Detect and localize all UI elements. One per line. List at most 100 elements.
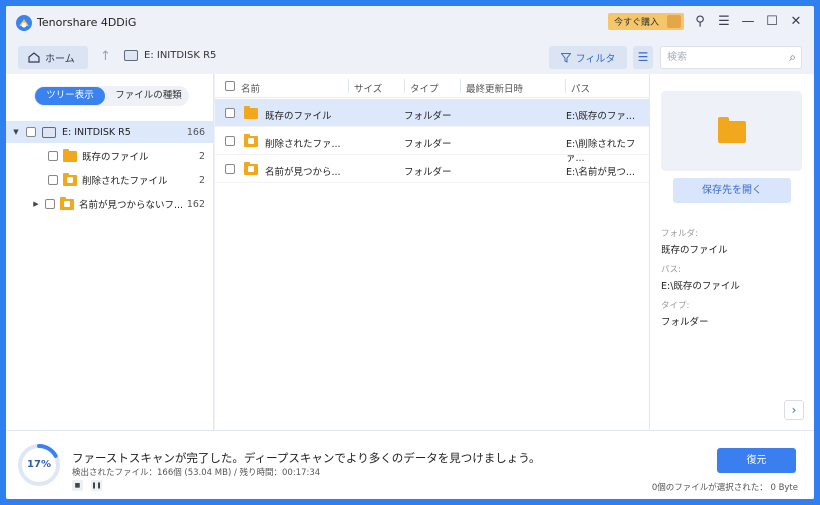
file-list: 名前 サイズ タイプ 最終更新日時 パス 既存のファイル フォルダー E:\既存… [215, 74, 649, 430]
unknown-folder-icon [244, 162, 258, 175]
tree-item[interactable]: ▶ 名前が見つからないフ... 162 [6, 193, 213, 215]
home-label: ホーム [45, 54, 75, 65]
tree-item-count: 162 [186, 198, 205, 210]
column-divider[interactable] [348, 79, 349, 93]
preview-area [661, 91, 802, 171]
tree-root-count: 166 [186, 126, 205, 138]
selection-info: 0個のファイルが選択された： 0 Byte [651, 483, 798, 493]
tree-root-label: E: INITDISK R5 [62, 126, 131, 138]
table-row[interactable]: 名前が見つから... フォルダー E:\名前が見つ... [215, 155, 649, 183]
search-box: ⌕ [660, 46, 802, 69]
folder-icon [63, 148, 77, 162]
folder-label: フォルダ: [661, 229, 698, 239]
table-row[interactable]: 既存のファイル フォルダー E:\既存のファ... [215, 99, 649, 127]
tree-root-checkbox[interactable] [26, 127, 36, 137]
row-name: 名前が見つから... [265, 167, 341, 178]
row-checkbox[interactable] [225, 136, 235, 146]
tab-tree-view[interactable]: ツリー表示 [35, 87, 105, 105]
menu-icon[interactable]: ☰ [716, 14, 732, 30]
tree-item-count: 2 [198, 150, 205, 162]
deleted-folder-icon [244, 134, 258, 147]
table-row[interactable]: 削除されたファ... フォルダー E:\削除されたファ... [215, 127, 649, 164]
close-icon[interactable]: ✕ [788, 14, 804, 30]
type-label: タイプ: [661, 301, 690, 311]
minimize-icon[interactable]: — [740, 14, 756, 30]
filter-button[interactable]: フィルタ [549, 46, 627, 69]
filter-icon [560, 52, 571, 63]
row-type: フォルダー [404, 139, 452, 150]
progress-percent: 17% [27, 459, 51, 470]
column-divider[interactable] [565, 79, 566, 93]
tree-item[interactable]: 既存のファイル 2 [6, 145, 213, 167]
scan-details: 検出されたファイル：166個 (53.04 MB) / 残り時間：00:17:3… [72, 468, 321, 478]
toolbar: ホーム ↑ E: INITDISK R5 フィルタ ☰ ⌕ [6, 46, 814, 70]
list-view-icon[interactable]: ☰ [633, 46, 653, 69]
column-divider[interactable] [404, 79, 405, 93]
tools-icon[interactable]: ⚲ [692, 14, 708, 30]
tree-item-label: 削除されたファイル [82, 176, 168, 187]
diamond-icon [667, 15, 681, 28]
preview-panel: 保存先を開く フォルダ: 既存のファイル パス: E:\既存のファイル タイプ:… [649, 74, 814, 430]
unknown-folder-icon [60, 196, 74, 210]
row-checkbox[interactable] [225, 164, 235, 174]
drive-icon [124, 50, 138, 61]
deleted-folder-icon [63, 172, 77, 186]
scan-message: ファーストスキャンが完了した。ディープスキャンでより多くのデータを見つけましょう… [72, 451, 541, 465]
buy-now-label: 今すぐ購入 [614, 18, 660, 28]
tree-root[interactable]: ▼ E: INITDISK R5 166 [6, 121, 213, 143]
app-content: Tenorshare 4DDiG 今すぐ購入 ⚲ ☰ — ☐ ✕ ホーム ↑ E… [6, 6, 814, 499]
row-name: 既存のファイル [265, 111, 332, 122]
folder-icon [718, 117, 746, 143]
caret-down-icon[interactable]: ▼ [12, 128, 20, 136]
row-path: E:\既存のファ... [566, 111, 635, 122]
column-name[interactable]: 名前 [241, 81, 260, 95]
search-icon[interactable]: ⌕ [789, 50, 796, 65]
tab-file-type[interactable]: ファイルの種類 [110, 87, 187, 105]
stop-icon[interactable]: ■ [72, 480, 83, 491]
chevron-right-icon[interactable]: › [784, 400, 804, 420]
column-modified[interactable]: 最終更新日時 [466, 81, 523, 95]
breadcrumb-drive[interactable]: E: INITDISK R5 [144, 50, 216, 61]
tree-item-checkbox[interactable] [48, 151, 58, 161]
open-location-button[interactable]: 保存先を開く [673, 178, 791, 203]
pause-icon[interactable]: ❚❚ [91, 480, 102, 491]
title-bar: Tenorshare 4DDiG 今すぐ購入 ⚲ ☰ — ☐ ✕ [6, 6, 814, 38]
folder-value: 既存のファイル [661, 245, 728, 256]
status-bar: 17% ファーストスキャンが完了した。ディープスキャンでより多くのデータを見つけ… [6, 430, 814, 499]
maximize-icon[interactable]: ☐ [764, 14, 780, 30]
row-checkbox[interactable] [225, 108, 235, 118]
filter-label: フィルタ [575, 54, 616, 65]
search-input[interactable] [661, 47, 773, 68]
home-button[interactable]: ホーム [18, 46, 88, 69]
folder-icon [244, 106, 258, 119]
column-type[interactable]: タイプ [410, 81, 439, 95]
restore-button[interactable]: 復元 [717, 448, 796, 473]
drive-icon [42, 126, 56, 138]
row-name: 削除されたファ... [265, 139, 341, 150]
home-icon [28, 52, 40, 63]
app-window: Tenorshare 4DDiG 今すぐ購入 ⚲ ☰ — ☐ ✕ ホーム ↑ E… [0, 0, 820, 505]
file-list-header: 名前 サイズ タイプ 最終更新日時 パス [215, 74, 649, 98]
buy-now-button[interactable]: 今すぐ購入 [608, 13, 684, 30]
column-path[interactable]: パス [571, 81, 590, 95]
up-arrow-icon[interactable]: ↑ [100, 49, 111, 64]
tree-item[interactable]: 削除されたファイル 2 [6, 169, 213, 191]
path-value: E:\既存のファイル [661, 281, 740, 292]
type-value: フォルダー [661, 317, 709, 328]
caret-right-icon[interactable]: ▶ [32, 200, 40, 208]
breadcrumb: E: INITDISK R5 [124, 50, 216, 61]
row-type: フォルダー [404, 167, 452, 178]
tree-item-checkbox[interactable] [48, 175, 58, 185]
column-size[interactable]: サイズ [354, 81, 382, 95]
tree-item-label: 既存のファイル [82, 152, 149, 163]
select-all-checkbox[interactable] [225, 81, 235, 91]
tree-item-count: 2 [198, 174, 205, 186]
row-type: フォルダー [404, 111, 452, 122]
path-label: パス: [661, 265, 681, 275]
app-logo-icon [16, 15, 32, 31]
column-divider[interactable] [460, 79, 461, 93]
tree-item-checkbox[interactable] [45, 199, 55, 209]
tree-item-label: 名前が見つからないフ... [79, 200, 184, 211]
row-path: E:\名前が見つ... [566, 167, 635, 178]
app-title: Tenorshare 4DDiG [37, 16, 137, 29]
